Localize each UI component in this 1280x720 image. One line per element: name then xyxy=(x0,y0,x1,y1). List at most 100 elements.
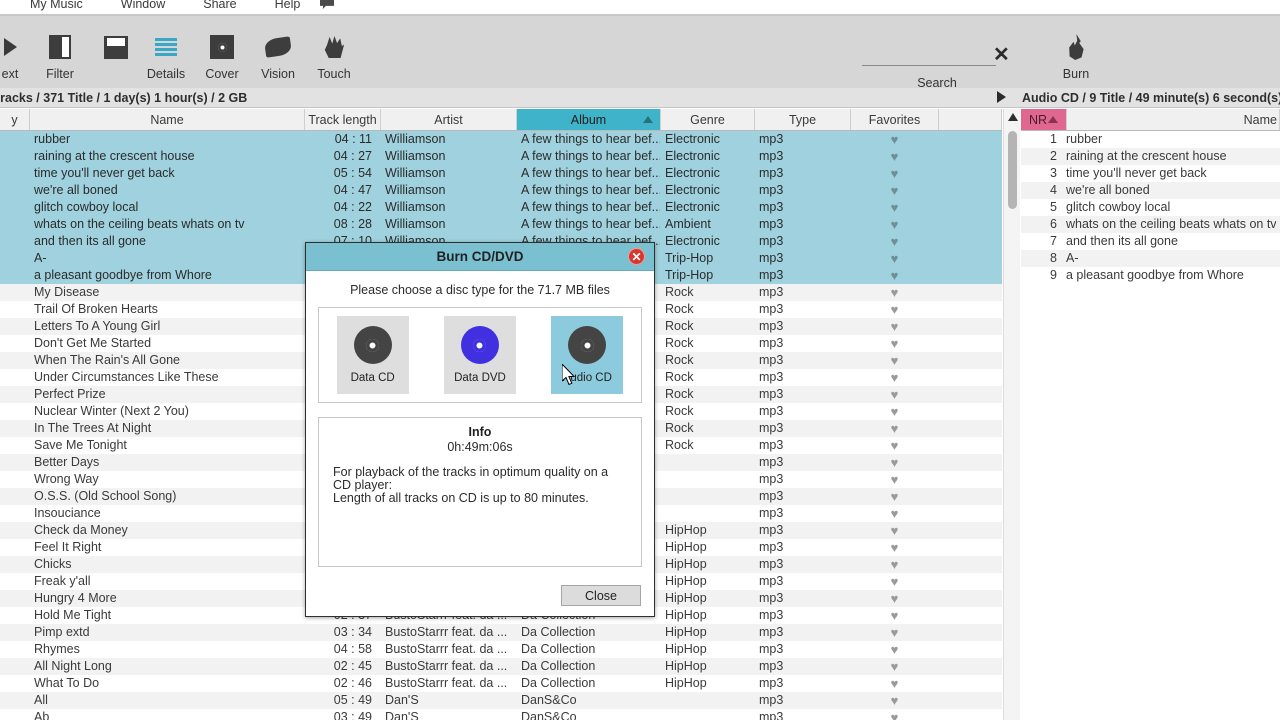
list-item[interactable]: 4 we're all boned xyxy=(1021,182,1280,199)
cover-button[interactable]: Cover xyxy=(194,30,250,81)
search-input[interactable] xyxy=(862,44,996,66)
table-row[interactable]: Rhymes 04 : 58 BustoStarrr feat. da ... Da … xyxy=(0,641,1002,658)
column-header-cd-name[interactable]: Name xyxy=(1067,109,1280,130)
cell-favorite[interactable]: ♥ xyxy=(851,216,939,233)
cell-favorite[interactable]: ♥ xyxy=(851,488,939,505)
column-header-album[interactable]: Album xyxy=(517,109,661,130)
cell-favorite[interactable]: ♥ xyxy=(851,709,939,720)
filter-button[interactable]: Filter xyxy=(32,30,88,81)
table-row[interactable]: All Night Long 02 : 45 BustoStarrr feat. d… xyxy=(0,658,1002,675)
cell-favorite[interactable]: ♥ xyxy=(851,522,939,539)
cell-favorite[interactable]: ♥ xyxy=(851,692,939,709)
cell-favorite[interactable]: ♥ xyxy=(851,675,939,692)
menu-item-my-music[interactable]: My Music xyxy=(30,0,83,11)
cell-favorite[interactable]: ♥ xyxy=(851,131,939,148)
cell-favorite[interactable]: ♥ xyxy=(851,641,939,658)
list-item[interactable]: 3 time you'll never get back xyxy=(1021,165,1280,182)
table-row[interactable]: time you'll never get back 05 : 54 William… xyxy=(0,165,1002,182)
cell-favorite[interactable]: ♥ xyxy=(851,658,939,675)
cell-favorite[interactable]: ♥ xyxy=(851,590,939,607)
expand-arrow-icon[interactable] xyxy=(997,91,1006,103)
list-item[interactable]: 1 rubber xyxy=(1021,131,1280,148)
table-row[interactable]: we're all boned 04 : 47 Williamson A few th… xyxy=(0,182,1002,199)
cell-favorite[interactable]: ♥ xyxy=(851,471,939,488)
main-scrollbar[interactable] xyxy=(1003,109,1020,720)
cell-favorite[interactable]: ♥ xyxy=(851,352,939,369)
cell-favorite[interactable]: ♥ xyxy=(851,607,939,624)
list-item[interactable]: 7 and then its all gone xyxy=(1021,233,1280,250)
cell-favorite[interactable]: ♥ xyxy=(851,182,939,199)
disc-option-data-cd[interactable]: Data CD xyxy=(336,316,409,394)
cell-favorite[interactable]: ♥ xyxy=(851,148,939,165)
list-item-number: 4 xyxy=(1050,183,1057,197)
clear-search-icon[interactable]: ✕ xyxy=(993,45,1010,65)
flag-icon[interactable] xyxy=(320,0,334,9)
cell-favorite[interactable]: ♥ xyxy=(851,233,939,250)
cell-favorite[interactable]: ♥ xyxy=(851,369,939,386)
table-row[interactable]: What To Do 02 : 46 BustoStarrr feat. da ..… xyxy=(0,675,1002,692)
cell-favorite[interactable]: ♥ xyxy=(851,301,939,318)
disc-option-audio-cd[interactable]: Audio CD xyxy=(551,316,624,394)
column-header-nr[interactable]: NR xyxy=(1021,109,1067,130)
details-button[interactable]: Details xyxy=(138,30,194,81)
scroll-up-arrow-icon[interactable] xyxy=(1008,113,1018,121)
column-header-play[interactable]: y xyxy=(0,109,30,130)
column-header-extra[interactable] xyxy=(939,109,1002,130)
list-item-number: 3 xyxy=(1050,166,1057,180)
cell-favorite[interactable]: ♥ xyxy=(851,403,939,420)
cell-favorite[interactable]: ♥ xyxy=(851,556,939,573)
column-header-artist[interactable]: Artist xyxy=(381,109,517,130)
cell-favorite[interactable]: ♥ xyxy=(851,573,939,590)
close-icon[interactable]: ✕ xyxy=(628,248,645,265)
table-row[interactable]: whats on the ceiling beats whats on tv 08… xyxy=(0,216,1002,233)
burn-button[interactable]: Burn xyxy=(1048,30,1104,81)
cell-type: mp3 xyxy=(759,370,784,384)
table-row[interactable]: glitch cowboy local 04 : 22 Williamson A fe… xyxy=(0,199,1002,216)
menu-item-window[interactable]: Window xyxy=(121,0,165,11)
table-row[interactable]: rubber 04 : 11 Williamson A few things to h… xyxy=(0,131,1002,148)
cell-favorite[interactable]: ♥ xyxy=(851,624,939,641)
table-row[interactable]: All 05 : 49 Dan'S DanS&Co mp3 ♥ xyxy=(0,692,1002,709)
cell-favorite[interactable]: ♥ xyxy=(851,539,939,556)
table-row[interactable]: Pimp extd 03 : 34 BustoStarrr feat. da ...… xyxy=(0,624,1002,641)
close-button[interactable]: Close xyxy=(561,585,641,606)
scrollbar-thumb[interactable] xyxy=(1008,131,1017,209)
cell-favorite[interactable]: ♥ xyxy=(851,284,939,301)
list-item[interactable]: 5 glitch cowboy local xyxy=(1021,199,1280,216)
cell-favorite[interactable]: ♥ xyxy=(851,454,939,471)
cell-play xyxy=(0,335,30,352)
list-item[interactable]: 2 raining at the crescent house xyxy=(1021,148,1280,165)
column-header-name[interactable]: Name xyxy=(30,109,305,130)
vision-button[interactable]: Vision xyxy=(250,30,306,81)
cell-favorite[interactable]: ♥ xyxy=(851,505,939,522)
menu-item-share[interactable]: Share xyxy=(203,0,236,11)
cell-favorite[interactable]: ♥ xyxy=(851,335,939,352)
info-title: Info xyxy=(468,425,492,439)
cell-type: mp3 xyxy=(759,659,784,673)
cell-favorite[interactable]: ♥ xyxy=(851,318,939,335)
cell-play xyxy=(0,624,30,641)
filter-secondary-button[interactable] xyxy=(88,30,144,67)
list-item[interactable]: 6 whats on the ceiling beats whats on tv xyxy=(1021,216,1280,233)
cell-favorite[interactable]: ♥ xyxy=(851,437,939,454)
cell-favorite[interactable]: ♥ xyxy=(851,420,939,437)
cell-favorite[interactable]: ♥ xyxy=(851,250,939,267)
disc-option-data-dvd[interactable]: Data DVD xyxy=(443,316,516,394)
filter-alt-icon xyxy=(104,35,128,59)
cell-favorite[interactable]: ♥ xyxy=(851,386,939,403)
cell-favorite[interactable]: ♥ xyxy=(851,267,939,284)
column-header-type[interactable]: Type xyxy=(755,109,851,130)
list-item[interactable]: 8 A- xyxy=(1021,250,1280,267)
cell-genre: HipHop xyxy=(665,574,707,588)
cell-favorite[interactable]: ♥ xyxy=(851,165,939,182)
cell-favorite[interactable]: ♥ xyxy=(851,199,939,216)
table-row[interactable]: raining at the crescent house 04 : 27 Will… xyxy=(0,148,1002,165)
list-item[interactable]: 9 a pleasant goodbye from Whore xyxy=(1021,267,1280,284)
column-header-length[interactable]: Track length xyxy=(305,109,381,130)
menu-item-help[interactable]: Help xyxy=(275,0,301,11)
column-header-genre[interactable]: Genre xyxy=(661,109,755,130)
column-header-favorites[interactable]: Favorites xyxy=(851,109,939,130)
table-row[interactable]: Ab 03 : 49 Dan'S DanS&Co mp3 ♥ xyxy=(0,709,1002,720)
touch-button[interactable]: Touch xyxy=(306,30,362,81)
cell-genre: Rock xyxy=(665,285,694,299)
